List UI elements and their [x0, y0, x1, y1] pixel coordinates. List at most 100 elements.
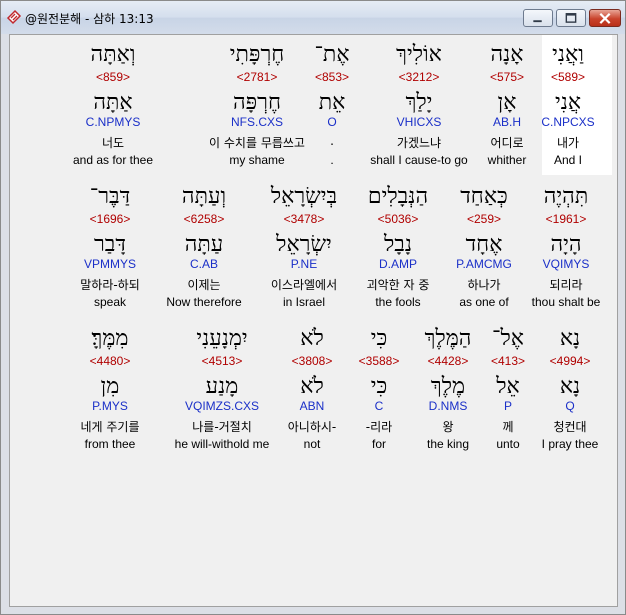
- korean-gloss: -리라: [365, 420, 393, 434]
- parsing-code: VHICXS: [396, 115, 442, 129]
- english-gloss: for: [371, 437, 387, 451]
- hebrew-word: נָא: [559, 326, 581, 351]
- lemma-word: אֲנִי: [554, 90, 582, 115]
- english-gloss: And I: [553, 153, 583, 167]
- korean-gloss: 왕: [442, 420, 454, 434]
- lemma-word: יָלַךְ: [405, 90, 433, 115]
- english-gloss: not: [303, 437, 321, 451]
- parsing-code: AB.H: [492, 115, 522, 129]
- strong-number[interactable]: <589>: [551, 70, 585, 84]
- english-gloss: as one of: [459, 295, 509, 309]
- english-gloss: thou shalt be: [531, 295, 601, 309]
- strong-number[interactable]: <3808>: [292, 354, 333, 368]
- parsing-code: C: [374, 399, 384, 413]
- parsing-code: NFS.CXS: [230, 115, 284, 129]
- maximize-icon: [565, 13, 577, 23]
- hebrew-word: אוֹלִיךְ: [396, 42, 442, 67]
- korean-gloss: 하나가: [467, 278, 501, 292]
- strong-number[interactable]: <1696>: [90, 212, 131, 226]
- hebrew-word: מִמֶּךָּ׃: [91, 326, 129, 351]
- strong-number[interactable]: <2781>: [237, 70, 278, 84]
- strong-number[interactable]: <3588>: [359, 354, 400, 368]
- strong-number[interactable]: <1961>: [546, 212, 587, 226]
- close-button[interactable]: [589, 9, 621, 27]
- strong-number[interactable]: <4994>: [550, 354, 591, 368]
- lemma-word: מָנַע: [205, 374, 239, 399]
- korean-gloss: 이제는: [187, 278, 221, 292]
- english-gloss: in Israel: [282, 295, 326, 309]
- parsing-code: D.AMP: [378, 257, 418, 271]
- hebrew-word: הַנְּבָלִים: [367, 184, 429, 209]
- english-gloss: unto: [496, 437, 520, 451]
- parsing-code: C.AB: [189, 257, 219, 271]
- strong-number[interactable]: <413>: [491, 354, 525, 368]
- english-gloss: .: [330, 153, 334, 167]
- hebrew-word: בְּיִשְׂרָאֵל: [270, 184, 338, 209]
- lemma-word: עַתָּה: [184, 232, 224, 257]
- parsing-code: P: [503, 399, 513, 413]
- strong-number[interactable]: <3478>: [284, 212, 325, 226]
- english-gloss: he will-withold me: [174, 437, 270, 451]
- strong-number[interactable]: <575>: [490, 70, 524, 84]
- parsing-code: ABN: [299, 399, 325, 413]
- english-gloss: I pray thee: [541, 437, 599, 451]
- lemma-word: אֵת: [318, 90, 346, 115]
- hebrew-word: יִמְנָעֵנִי: [196, 326, 248, 351]
- korean-gloss: 되리라: [549, 278, 583, 292]
- parsing-code: Q: [565, 399, 575, 413]
- hebrew-word: אָנָה: [490, 42, 524, 67]
- title-bar[interactable]: @원전분해 - 삼하 13:13: [1, 1, 625, 34]
- maximize-button[interactable]: [556, 9, 586, 27]
- lemma-word: הָיָה: [550, 232, 582, 257]
- korean-gloss: .: [330, 134, 334, 148]
- lemma-word: אַתָּה: [93, 90, 133, 115]
- hebrew-word: אֶל־: [492, 326, 524, 351]
- lemma-word: כִּי: [370, 374, 388, 399]
- korean-gloss: 괴악한 자 중: [366, 278, 430, 292]
- parsing-code: VQIMZS.CXS: [184, 399, 260, 413]
- korean-gloss: 이 수치를 무릅쓰고: [209, 136, 305, 150]
- app-window: @원전분해 - 삼하 13:13 וַאֲנִי <589> אֲנִי C.NPCX…: [0, 0, 626, 615]
- english-gloss: Now therefore: [166, 295, 242, 309]
- hebrew-word: אֶת־: [314, 42, 350, 67]
- english-gloss: speak: [93, 295, 127, 309]
- parsing-code: P.MYS: [92, 399, 128, 413]
- strong-number[interactable]: <259>: [467, 212, 501, 226]
- strong-number[interactable]: <859>: [96, 70, 130, 84]
- strong-number[interactable]: <5036>: [378, 212, 419, 226]
- strong-number[interactable]: <4480>: [90, 354, 131, 368]
- lemma-word: מֶלֶךְ: [430, 374, 466, 399]
- english-gloss: and as for thee: [72, 153, 154, 167]
- hebrew-word: תִּהְיֶה: [543, 184, 589, 209]
- lemma-word: דָּבַר: [94, 232, 126, 257]
- parsing-code: C.NPMYS: [85, 115, 141, 129]
- hebrew-word: וְאַתָּה: [90, 42, 136, 67]
- lemma-word: יִשְׂרָאֵל: [276, 232, 332, 257]
- korean-gloss: 이스라엘에서: [270, 278, 338, 292]
- strong-number[interactable]: <3212>: [399, 70, 440, 84]
- parsing-code: O: [327, 115, 337, 129]
- lemma-word: חֶרְפָּה: [232, 90, 282, 115]
- hebrew-word: הַמֶּלֶךְ: [424, 326, 472, 351]
- minimize-button[interactable]: [523, 9, 553, 27]
- lemma-word: נָבָל: [383, 232, 413, 257]
- hebrew-word: וְעַתָּה: [181, 184, 227, 209]
- english-gloss: the fools: [375, 295, 421, 309]
- hebrew-word: כִּי: [370, 326, 388, 351]
- parsing-code: VQIMYS: [542, 257, 590, 271]
- english-gloss: from thee: [84, 437, 136, 451]
- parsing-code: P.AMCMG: [456, 257, 512, 271]
- strong-number[interactable]: <4428>: [428, 354, 469, 368]
- korean-gloss: 아니하시-: [287, 420, 337, 434]
- strong-number[interactable]: <4513>: [202, 354, 243, 368]
- hebrew-word: כְּאַחַד: [460, 184, 508, 209]
- lemma-word: מִן: [100, 374, 120, 399]
- korean-gloss: 청컨대: [553, 420, 587, 434]
- hebrew-word: לֹא: [300, 326, 324, 351]
- strong-number[interactable]: <853>: [315, 70, 349, 84]
- hebrew-word: דַּבֶּר־: [89, 184, 131, 209]
- strong-number[interactable]: <6258>: [184, 212, 225, 226]
- window-title: @원전분해 - 삼하 13:13: [25, 12, 154, 26]
- english-gloss: the king: [426, 437, 470, 451]
- korean-gloss: 어디로: [490, 136, 524, 150]
